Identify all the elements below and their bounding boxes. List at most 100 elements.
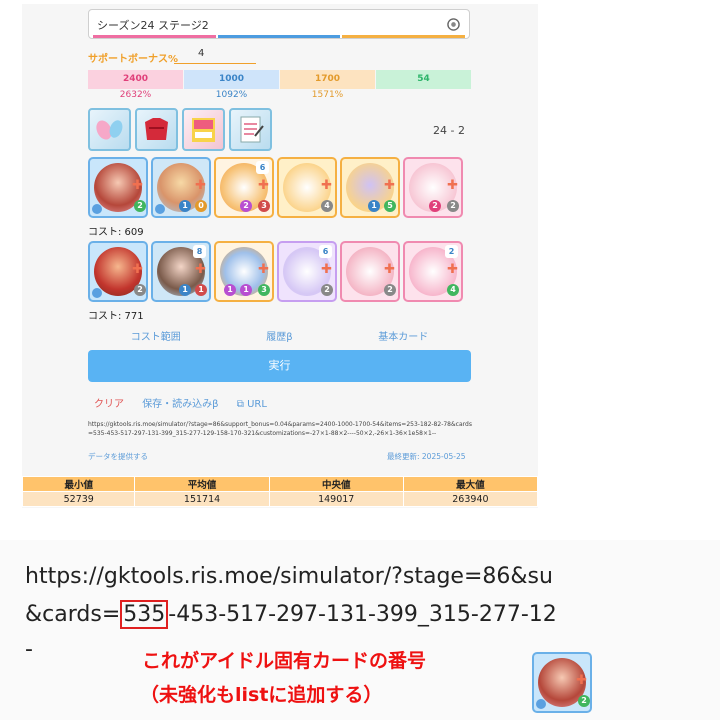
plus-icon: ✚ xyxy=(447,178,458,193)
plus-icon: ✚ xyxy=(132,262,143,277)
zoomed-annotation: https://gktools.ris.moe/simulator/?stage… xyxy=(0,540,720,720)
param-pct: 2632% xyxy=(119,90,152,100)
header-avg: 平均値 xyxy=(134,476,270,492)
annotation-note-1: これがアイドル固有カードの番号 xyxy=(142,650,427,672)
card-slot[interactable]: ✚ 2 xyxy=(88,157,148,218)
card-badge: 5 xyxy=(384,200,396,212)
header-median: 中央値 xyxy=(268,476,404,492)
plus-icon: ✚ xyxy=(576,673,587,688)
table-header-row: 最小値 平均値 中央値 最大値 xyxy=(21,476,539,492)
card-badge: 1 xyxy=(179,284,191,296)
card-slot[interactable]: 2 ✚ 4 xyxy=(403,241,463,302)
stage-label: 24 - 2 xyxy=(433,124,465,137)
deck-cost: コスト: 609 xyxy=(88,227,144,238)
annotation-note-2: （未強化もlistに追加する） xyxy=(140,684,383,706)
support-bonus-input[interactable]: 4 xyxy=(174,46,256,64)
card-badge: 2 xyxy=(240,200,252,212)
nail-item-icon[interactable] xyxy=(88,108,131,151)
plus-icon: ✚ xyxy=(447,262,458,277)
card-badge: 0 xyxy=(195,200,207,212)
param-value: 1700 xyxy=(280,70,375,89)
param-vocal[interactable]: 2400 2632% xyxy=(88,70,183,102)
zoom-url-line-3: - xyxy=(25,637,33,662)
type-icon xyxy=(92,288,102,298)
plus-icon: ✚ xyxy=(384,178,395,193)
plus-icon: ✚ xyxy=(258,178,269,193)
copy-url-button[interactable]: ⧉ URL xyxy=(237,399,267,410)
save-load-button[interactable]: 保存・読み込みβ xyxy=(142,399,218,410)
clothes-item-icon[interactable] xyxy=(135,108,178,151)
deck-cost: コスト: 771 xyxy=(88,311,144,322)
deck-row-2: ✚ 2 8 ✚ 1 1 ✚ 1 1 3 6 ✚ 2 ✚ 2 2 ✚ 4 xyxy=(88,241,463,302)
option-tabs: コスト範囲 履歴β 基本カード xyxy=(88,328,471,343)
value-avg: 151714 xyxy=(134,491,270,507)
card-badge: 2 xyxy=(321,284,333,296)
plus-icon: ✚ xyxy=(321,262,332,277)
param-value: 2400 xyxy=(88,70,183,89)
provide-data-link[interactable]: データを提供する xyxy=(88,451,148,462)
card-badge: 1 xyxy=(195,284,207,296)
card-badge: 1 xyxy=(240,284,252,296)
plus-icon: ✚ xyxy=(195,178,206,193)
tab-basic-cards[interactable]: 基本カード xyxy=(378,328,428,343)
deck-row-1: ✚ 2 ✚ 1 0 6 ✚ 2 3 ✚ 4 ✚ 1 5 ✚ 2 2 xyxy=(88,157,463,218)
param-visual[interactable]: 1700 1571% xyxy=(280,70,375,102)
card-badge: 2 xyxy=(134,200,146,212)
header-max: 最大値 xyxy=(402,476,539,492)
card-slot[interactable]: ✚ 1 0 xyxy=(151,157,211,218)
card-slot[interactable]: ✚ 4 xyxy=(277,157,337,218)
copy-url-label: URL xyxy=(247,399,267,410)
card-badge: 1 xyxy=(224,284,236,296)
stage-color-bars xyxy=(93,35,466,38)
value-median: 149017 xyxy=(268,491,404,507)
zoom-cards-prefix: &cards= xyxy=(25,602,121,627)
plus-icon: ✚ xyxy=(195,262,206,277)
table-row: 52739 151714 149017 263940 xyxy=(21,491,539,507)
card-badge: 2 xyxy=(134,284,146,296)
plus-icon: ✚ xyxy=(384,262,395,277)
param-pct xyxy=(376,89,471,102)
card-slot[interactable]: 8 ✚ 1 1 xyxy=(151,241,211,302)
tab-history[interactable]: 履歴β xyxy=(266,328,292,343)
card-slot[interactable]: ✚ 2 xyxy=(88,241,148,302)
card-badge: 3 xyxy=(258,284,270,296)
card-level: 8 xyxy=(193,245,206,258)
plus-icon: ✚ xyxy=(321,178,332,193)
card-badge: 3 xyxy=(258,200,270,212)
header-min: 最小値 xyxy=(21,476,136,492)
card-slot[interactable]: 6 ✚ 2 3 xyxy=(214,157,274,218)
item-slots xyxy=(88,108,272,151)
param-pct: 1092% xyxy=(215,90,248,100)
card-slot[interactable]: ✚ 2 xyxy=(340,241,400,302)
value-min: 52739 xyxy=(21,491,136,507)
settings-icon[interactable] xyxy=(447,18,460,31)
tab-cost-range[interactable]: コスト範囲 xyxy=(131,328,181,343)
card-slot[interactable]: ✚ 2 2 xyxy=(403,157,463,218)
param-stamina[interactable]: 54 xyxy=(376,70,471,102)
zoom-cards-rest: -453-517-297-131-399_315-277-12 xyxy=(168,602,557,627)
param-pct: 1571% xyxy=(311,90,344,100)
card-badge: 1 xyxy=(179,200,191,212)
card-badge: 2 xyxy=(447,200,459,212)
run-button[interactable]: 実行 xyxy=(88,350,471,382)
support-bonus-value: 4 xyxy=(198,48,205,59)
card-level: 6 xyxy=(319,245,332,258)
zoom-url-line-2: &cards= 535 -453-517-297-131-399_315-277-1… xyxy=(25,600,557,629)
card-slot[interactable]: ✚ 1 1 3 xyxy=(214,241,274,302)
card-slot[interactable]: ✚ 1 5 xyxy=(340,157,400,218)
card-badge: 1 xyxy=(368,200,380,212)
card-slot[interactable]: 6 ✚ 2 xyxy=(277,241,337,302)
card-badge: 2 xyxy=(578,695,590,707)
zoom-url-line-1: https://gktools.ris.moe/simulator/?stage… xyxy=(25,564,553,589)
plus-icon: ✚ xyxy=(132,178,143,193)
support-bonus-label: サポートボーナス% xyxy=(88,54,179,65)
result-stats-table: 最小値 平均値 中央値 最大値 52739 151714 149017 2639… xyxy=(21,476,539,507)
clipboard-item-icon[interactable] xyxy=(229,108,272,151)
type-icon xyxy=(536,699,546,709)
clear-button[interactable]: クリア xyxy=(94,399,124,410)
last-updated: 最終更新: 2025-05-25 xyxy=(387,452,466,461)
type-icon xyxy=(92,204,102,214)
param-dance[interactable]: 1000 1092% xyxy=(184,70,279,102)
book-item-icon[interactable] xyxy=(182,108,225,151)
stage-select[interactable]: シーズン24 ステージ2 xyxy=(88,9,470,39)
